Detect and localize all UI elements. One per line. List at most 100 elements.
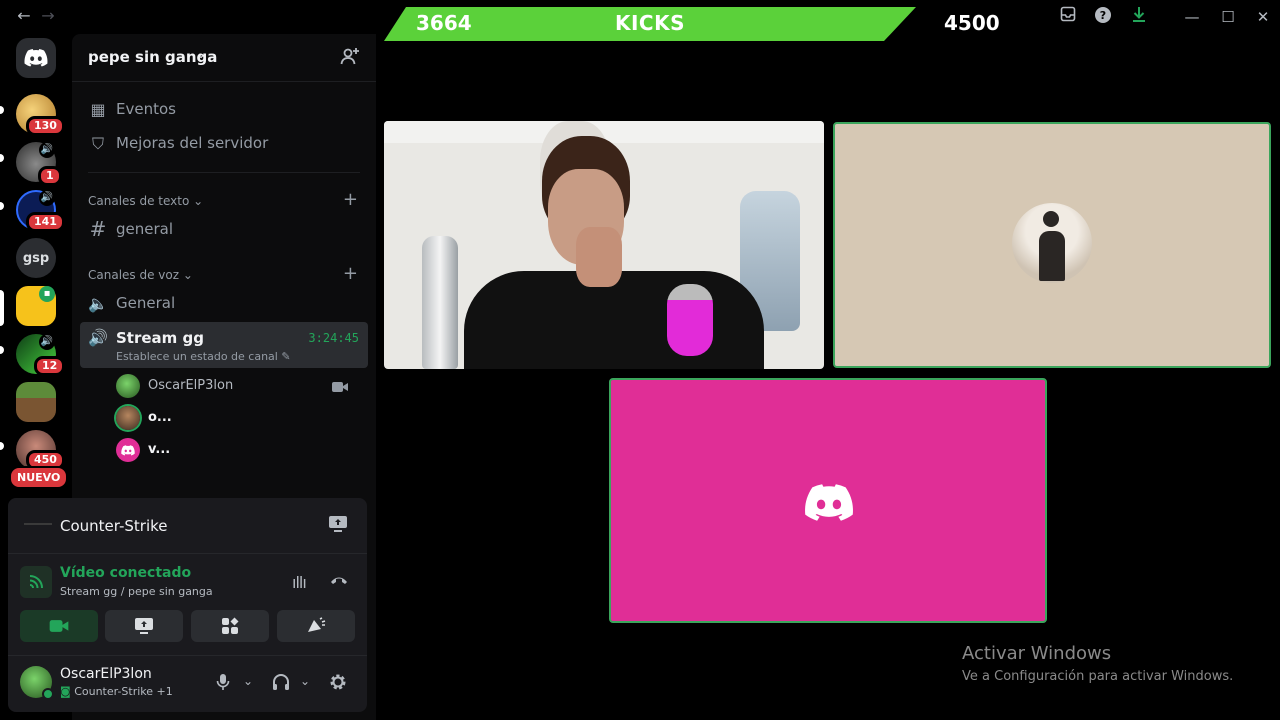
activity-name: Counter-Strike (60, 517, 168, 535)
inbox-icon[interactable] (1057, 6, 1079, 28)
connection-detail[interactable]: Stream gg / pepe sin ganga (60, 585, 213, 598)
discord-logo-icon (24, 49, 48, 67)
server-boosts-item[interactable]: ⛉ Mejoras del servidor (80, 128, 368, 160)
activate-windows-subtitle: Ve a Configuración para activar Windows. (962, 669, 1234, 684)
add-text-channel-icon[interactable]: + (343, 189, 358, 210)
chevron-down-icon[interactable]: ⌄ (300, 674, 310, 688)
add-voice-channel-icon[interactable]: + (343, 263, 358, 284)
soundboard-button[interactable] (277, 610, 355, 642)
camera-icon (332, 378, 348, 397)
video-tile-camera[interactable] (384, 121, 824, 369)
server-icon-5[interactable]: ▪ (16, 286, 56, 326)
unread-indicator (0, 154, 4, 162)
participant-name: OscarElP3lon (148, 378, 234, 393)
screen-share-button[interactable] (105, 610, 183, 642)
kicks-progress-bar: 3664 KICKS (384, 7, 916, 41)
speaker-icon: 🔈 (88, 294, 108, 313)
discord-logo-icon (121, 444, 135, 455)
soundboard-icon (308, 617, 326, 632)
unread-indicator (0, 106, 4, 114)
disconnect-icon[interactable] (329, 572, 349, 591)
download-icon[interactable] (1128, 6, 1150, 28)
channel-general[interactable]: # general (80, 214, 368, 246)
user-avatar[interactable] (20, 666, 54, 700)
minimize-icon[interactable]: — (1181, 6, 1203, 28)
back-arrow-icon[interactable]: ← (14, 6, 34, 26)
user-activity-text: Counter-Strike +1 (74, 685, 173, 698)
user-name[interactable]: OscarElP3lon (60, 666, 152, 682)
mention-badge: 130 (26, 116, 65, 136)
video-tile-avatar-v[interactable] (609, 378, 1047, 623)
chevron-down-icon: ⌄ (193, 194, 204, 208)
divider (88, 172, 360, 173)
voice-channel-general[interactable]: 🔈 General (80, 288, 368, 320)
calendar-icon: ▦ (90, 100, 106, 119)
text-category[interactable]: Canales de texto ⌄ (88, 194, 203, 208)
voice-category[interactable]: Canales de voz ⌄ (88, 268, 193, 282)
unread-indicator (0, 442, 4, 450)
server-header[interactable]: pepe sin ganga ⌄ (72, 34, 376, 82)
voice-category-label: Canales de voz (88, 268, 180, 282)
server-rail: 130 🔊 1 🔊 141 gsp ▪ 🔊 12 450 (0, 34, 72, 504)
camera-icon (49, 620, 69, 632)
camera-toggle-button[interactable] (20, 610, 98, 642)
user-activity: ◙ Counter-Strike +1 (60, 685, 173, 698)
discord-home-button[interactable] (16, 38, 56, 78)
chevron-down-icon[interactable]: ⌄ (243, 674, 253, 688)
microphone-icon[interactable] (216, 673, 230, 695)
server-icon-1[interactable]: 130 (16, 94, 65, 136)
speaker-device (667, 284, 713, 356)
mention-badge: 141 (26, 212, 65, 232)
activities-icon (222, 617, 239, 634)
person-hand (576, 227, 622, 287)
server-icon-2[interactable]: 🔊 1 (16, 142, 62, 186)
channel-label: General (116, 294, 176, 312)
new-badge[interactable]: NUEVO (9, 466, 69, 489)
events-item[interactable]: ▦ Eventos (80, 94, 368, 126)
help-icon[interactable]: ? (1092, 6, 1114, 28)
set-channel-status[interactable]: Establece un estado de canal ✎ (116, 350, 291, 363)
unread-indicator (0, 202, 4, 210)
gamepad-icon: ◙ (60, 685, 71, 698)
gear-icon[interactable] (328, 672, 348, 696)
avatar-figure (1039, 231, 1065, 281)
kicks-label: KICKS (614, 11, 686, 35)
speaker-icon: 🔊 (39, 142, 55, 158)
channel-label: Stream gg (116, 329, 204, 347)
activities-button[interactable] (191, 610, 269, 642)
kicks-goal: 4500 (944, 11, 1000, 35)
server-abbreviation: gsp (16, 238, 56, 278)
discord-logo-icon (805, 484, 853, 521)
stream-game-icon[interactable] (328, 515, 348, 537)
close-icon[interactable]: ✕ (1252, 6, 1274, 28)
game-activity-icon (24, 523, 52, 525)
speaker-icon: 🔊 (39, 190, 55, 206)
connection-signal-icon[interactable] (20, 566, 52, 598)
voice-participant[interactable]: OscarElP3lon (116, 370, 356, 400)
pencil-icon: ✎ (281, 350, 291, 363)
server-icon-3[interactable]: 🔊 141 (16, 190, 65, 232)
divider (8, 655, 367, 656)
connection-status[interactable]: Vídeo conectado (60, 565, 191, 581)
invite-people-icon[interactable] (340, 46, 360, 70)
speaker-active-icon: 🔊 (88, 328, 108, 347)
server-icon-minecraft[interactable] (16, 382, 56, 422)
unread-indicator (0, 346, 4, 354)
headphones-icon[interactable] (272, 673, 290, 695)
voice-participant[interactable]: o... (116, 402, 356, 432)
voice-channel-stream-gg[interactable]: 🔊 Stream gg 3:24:45 Establece un estado … (80, 322, 368, 368)
avatar (116, 374, 140, 398)
server-icon-8[interactable]: 450 (16, 430, 65, 470)
divider (8, 553, 367, 554)
voice-panel: Counter-Strike Vídeo conectado Stream gg… (8, 498, 367, 712)
avatar (116, 406, 140, 430)
selected-indicator (0, 290, 4, 326)
voice-participant[interactable]: v... (116, 434, 356, 464)
video-tile-avatar-o[interactable] (833, 122, 1271, 368)
server-icon-6[interactable]: 🔊 12 (16, 334, 66, 376)
server-icon-gsp[interactable]: gsp (16, 238, 56, 278)
participant-name: v... (148, 442, 171, 457)
forward-arrow-icon[interactable]: → (38, 6, 58, 26)
maximize-icon[interactable]: ☐ (1217, 6, 1239, 28)
noise-suppression-icon[interactable]: ıllı (292, 573, 307, 592)
